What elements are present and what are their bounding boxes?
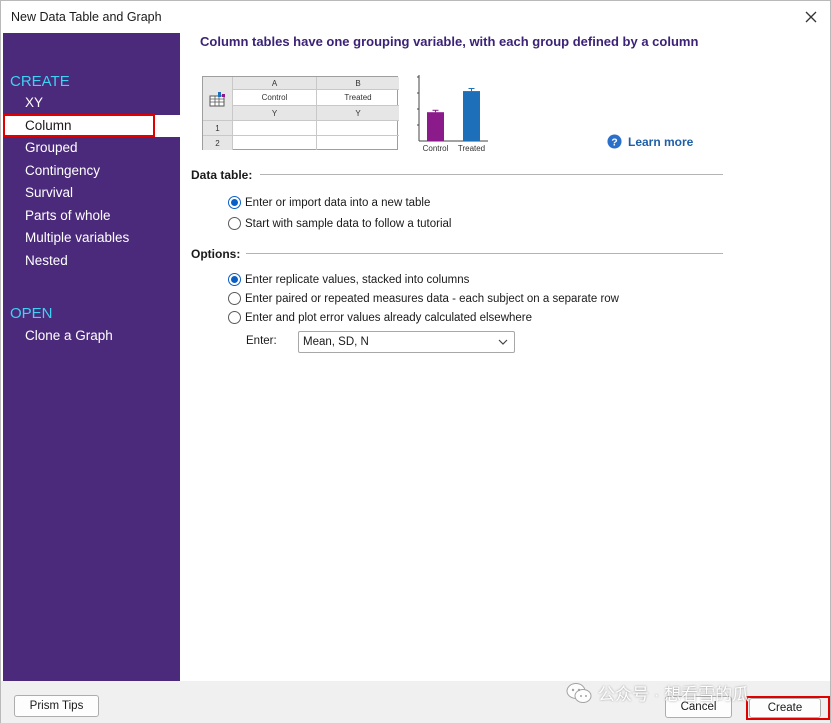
divider — [260, 174, 723, 175]
sidebar-item-survival[interactable]: Survival — [25, 185, 73, 200]
dialog-window: New Data Table and Graph CREATE XY Colum… — [0, 0, 831, 723]
sidebar-item-xy[interactable]: XY — [25, 95, 43, 110]
dialog-footer: Prism Tips Cancel Create — [1, 681, 830, 723]
table-cell — [317, 121, 399, 136]
radio-button[interactable] — [228, 273, 241, 286]
column-letter: B — [317, 77, 399, 90]
preview-data-table: A B Control Treated Y Y 1 2 — [202, 76, 399, 150]
sidebar-heading-create: CREATE — [10, 73, 70, 90]
column-name: Control — [233, 90, 317, 106]
options-section-label: Options: — [191, 247, 247, 261]
table-corner — [203, 77, 233, 121]
column-letter: A — [233, 77, 317, 90]
learn-more-link[interactable]: ? Learn more — [607, 134, 693, 149]
radio-label: Enter replicate values, stacked into col… — [245, 273, 470, 286]
chevron-down-icon — [498, 339, 508, 345]
chart-bar — [463, 91, 480, 141]
close-button[interactable] — [798, 5, 824, 29]
radio-button[interactable] — [228, 311, 241, 324]
sidebar-item-clone-graph[interactable]: Clone a Graph — [25, 328, 113, 343]
create-button[interactable]: Create — [749, 698, 821, 718]
column-subheader: Y — [233, 106, 317, 121]
table-cell — [317, 136, 399, 150]
help-icon: ? — [607, 134, 622, 149]
row-number: 1 — [203, 121, 233, 136]
radio-sample-data[interactable]: Start with sample data to follow a tutor… — [228, 217, 451, 230]
radio-label: Enter or import data into a new table — [245, 196, 431, 209]
sidebar-item-column[interactable]: Column — [3, 115, 180, 137]
sidebar: CREATE XY Column Grouped Contingency Sur… — [3, 33, 180, 681]
radio-button[interactable] — [228, 196, 241, 209]
sidebar-heading-open: OPEN — [10, 305, 53, 322]
row-number: 2 — [203, 136, 233, 150]
learn-more-label: Learn more — [628, 134, 694, 149]
radio-label: Enter paired or repeated measures data -… — [245, 292, 619, 305]
radio-label: Start with sample data to follow a tutor… — [245, 217, 452, 230]
sidebar-item-grouped[interactable]: Grouped — [25, 140, 78, 155]
description-title: Column tables have one grouping variable… — [200, 34, 699, 49]
sidebar-item-nested[interactable]: Nested — [25, 253, 68, 268]
chart-bar — [427, 112, 444, 141]
sidebar-item-multiple-variables[interactable]: Multiple variables — [25, 230, 129, 245]
radio-error-values[interactable]: Enter and plot error values already calc… — [228, 311, 532, 324]
column-name: Treated — [317, 90, 399, 106]
radio-button[interactable] — [228, 292, 241, 305]
svg-text:?: ? — [611, 137, 617, 148]
x-tick-label: Control — [423, 144, 449, 153]
table-icon — [209, 91, 225, 106]
cancel-button[interactable]: Cancel — [665, 696, 732, 718]
main-panel: Column tables have one grouping variable… — [180, 33, 830, 681]
close-icon — [805, 11, 817, 23]
radio-button[interactable] — [228, 217, 241, 230]
sidebar-item-contingency[interactable]: Contingency — [25, 163, 100, 178]
sidebar-item-parts-of-whole[interactable]: Parts of whole — [25, 208, 111, 223]
window-title: New Data Table and Graph — [11, 10, 162, 24]
radio-replicate-values[interactable]: Enter replicate values, stacked into col… — [228, 273, 469, 286]
radio-paired-data[interactable]: Enter paired or repeated measures data -… — [228, 292, 619, 305]
data-table-section-label: Data table: — [191, 168, 259, 182]
radio-label: Enter and plot error values already calc… — [245, 311, 533, 324]
table-cell — [233, 121, 317, 136]
x-tick-label: Treated — [458, 144, 485, 153]
radio-new-table[interactable]: Enter or import data into a new table — [228, 196, 430, 209]
preview-chart: Control Treated — [417, 75, 488, 153]
table-cell — [233, 136, 317, 150]
enter-label: Enter: — [246, 335, 277, 347]
enter-format-dropdown[interactable]: Mean, SD, N — [298, 331, 515, 353]
title-bar: New Data Table and Graph — [1, 1, 830, 33]
divider — [244, 253, 723, 254]
prism-tips-button[interactable]: Prism Tips — [14, 695, 99, 717]
dropdown-value: Mean, SD, N — [303, 336, 369, 348]
column-subheader: Y — [317, 106, 399, 121]
